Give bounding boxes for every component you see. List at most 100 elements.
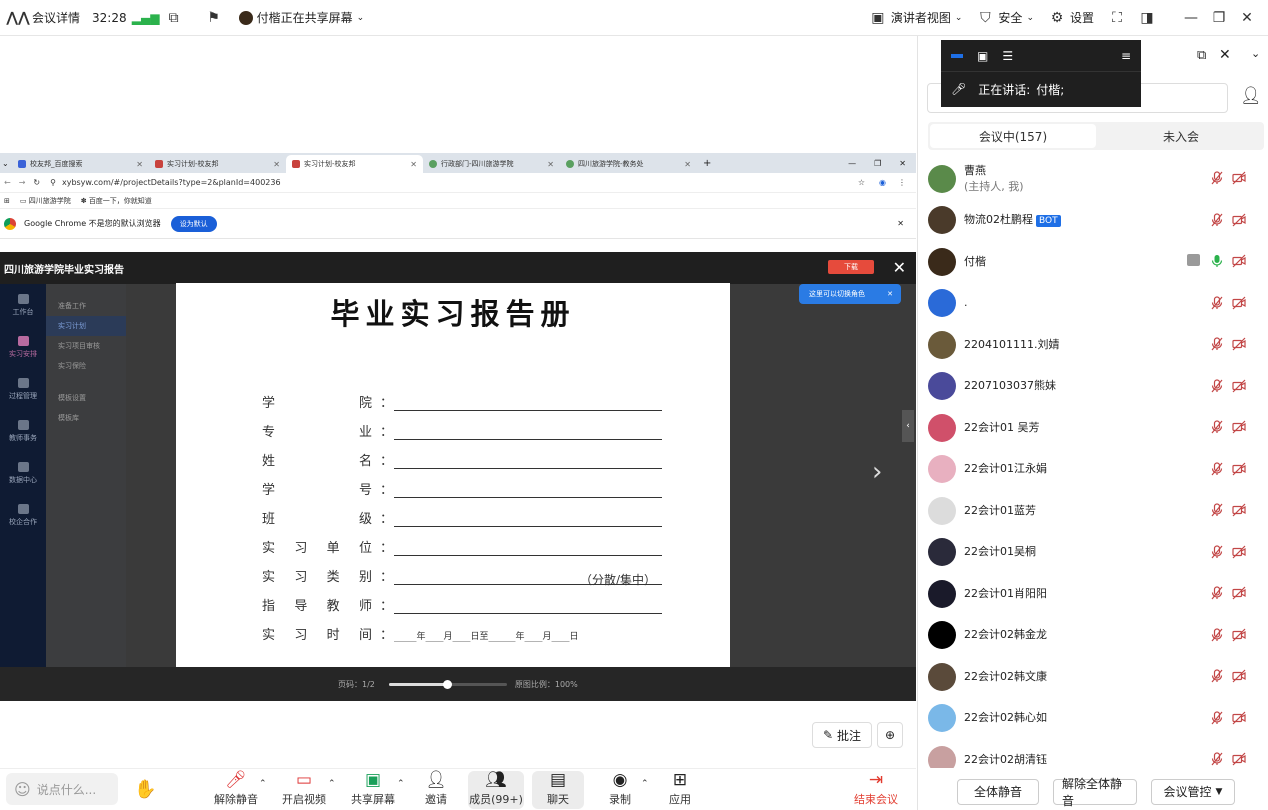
video-off-icon[interactable] — [1232, 628, 1246, 642]
reload-icon[interactable]: ↻ — [33, 178, 40, 187]
quick-chat-input[interactable]: ☺ 说点什么... — [6, 773, 118, 805]
muted-mic-icon[interactable] — [1211, 503, 1223, 517]
download-button[interactable]: 下载 — [828, 260, 874, 274]
muted-mic-icon[interactable] — [1211, 212, 1223, 227]
member-row[interactable]: 22会计02韩心如 — [917, 698, 1268, 740]
nav-item[interactable]: 教师事务 — [0, 410, 46, 452]
tab-not-joined[interactable]: 未入会 — [1098, 122, 1264, 150]
new-tab-icon[interactable]: + — [703, 158, 711, 169]
video-off-icon[interactable] — [1232, 213, 1246, 227]
back-icon[interactable]: ← — [4, 178, 11, 187]
browser-tab-5[interactable]: 四川旅游学院-教务处 ✕ — [560, 155, 697, 173]
bookmark-baidu[interactable]: ✽ 百度一下，你就知道 — [81, 196, 152, 206]
speaker-view-button[interactable]: ▣ 演讲者视图 ⌄ — [869, 9, 962, 27]
close-icon[interactable]: ✕ — [899, 159, 906, 168]
translate-icon[interactable]: ⚑ — [205, 9, 223, 27]
raise-hand-icon[interactable]: ✋ — [134, 779, 156, 800]
meeting-details-button[interactable]: ⋀⋀ 会议详情 — [6, 9, 80, 27]
muted-mic-icon[interactable] — [1211, 586, 1223, 600]
fullscreen-icon[interactable]: ⛶ — [1108, 9, 1126, 27]
muted-mic-icon[interactable] — [1211, 420, 1223, 434]
muted-mic-icon[interactable] — [1211, 752, 1223, 766]
meeting-control-button[interactable]: 会议管控 ▼ — [1151, 778, 1235, 805]
close-icon[interactable]: ✕ — [1219, 47, 1231, 63]
minimize-icon[interactable]: — — [1182, 9, 1200, 27]
member-row[interactable]: 22会计02韩金龙 — [917, 615, 1268, 657]
security-button[interactable]: ⛉ 安全 ⌄ — [976, 9, 1034, 27]
apps-grid-icon[interactable]: ⊞ — [4, 197, 10, 205]
muted-mic-icon[interactable] — [1211, 171, 1223, 185]
chevron-up-icon[interactable]: ⌃ — [641, 779, 649, 789]
annotate-button[interactable]: ✎ 批注 — [812, 722, 872, 748]
profile-icon[interactable]: ◉ — [879, 178, 886, 187]
muted-mic-icon[interactable] — [1211, 710, 1223, 725]
bookmark-star-icon[interactable]: ☆ — [858, 178, 865, 187]
member-row[interactable]: 22会计02韩文康 — [917, 656, 1268, 698]
record-button[interactable]: ◉ 录制 — [606, 770, 634, 809]
restore-icon[interactable]: ❐ — [874, 159, 881, 168]
nav-item[interactable]: 工作台 — [0, 284, 46, 326]
end-meeting-button[interactable]: ⇥ 结束会议 — [852, 770, 900, 809]
share-screen-button[interactable]: ▣ 共享屏幕 — [350, 770, 396, 809]
video-off-icon[interactable] — [1232, 171, 1246, 185]
video-off-icon[interactable] — [1232, 669, 1246, 683]
close-icon[interactable]: ✕ — [1238, 9, 1256, 27]
menu-icon[interactable]: ⋮ — [898, 178, 906, 187]
add-user-icon[interactable]: 👤︎ — [1240, 86, 1262, 106]
member-row[interactable]: 22会计02胡清钰 — [917, 739, 1268, 768]
chevron-up-icon[interactable]: ⌃ — [259, 779, 267, 789]
bookmark-folder[interactable]: ▭ 四川旅游学院 — [20, 196, 71, 206]
member-row[interactable]: 22会计01 吴芳 — [917, 407, 1268, 449]
set-default-button[interactable]: 设为默认 — [170, 215, 217, 232]
nav-item[interactable]: 过程管理 — [0, 368, 46, 410]
zoom-slider[interactable] — [388, 679, 507, 689]
video-off-icon[interactable] — [1232, 254, 1246, 268]
muted-mic-icon[interactable] — [1211, 337, 1223, 351]
video-off-icon[interactable] — [1232, 545, 1246, 559]
browser-tab-3[interactable]: 实习计划-校友邦 ✕ — [286, 155, 423, 173]
nav-item[interactable]: 实习安排 — [0, 326, 46, 368]
minimize-icon[interactable]: — — [848, 159, 856, 168]
member-row[interactable]: 付楷 — [917, 241, 1268, 283]
video-off-icon[interactable] — [1232, 337, 1246, 351]
list-icon[interactable]: ☰ — [1002, 49, 1013, 63]
video-off-icon[interactable] — [1232, 462, 1246, 476]
subnav-item[interactable]: 实习计划 — [46, 316, 126, 336]
close-icon[interactable]: ✕ — [893, 258, 906, 277]
close-icon[interactable]: ✕ — [684, 160, 691, 169]
active-view-icon[interactable] — [951, 53, 963, 58]
chevron-up-icon[interactable]: ⌃ — [328, 779, 336, 789]
tab-in-meeting[interactable]: 会议中(157) — [930, 124, 1096, 148]
chat-button[interactable]: ▤ 聊天 — [532, 770, 584, 809]
member-row[interactable]: 曹燕 (主持人, 我) — [917, 158, 1268, 200]
browser-tab-1[interactable]: 校友邦_百度搜索 ✕ — [12, 155, 149, 173]
popout-icon[interactable]: ⧉ — [1197, 48, 1206, 63]
emoji-icon[interactable]: ☺ — [14, 780, 31, 799]
video-off-icon[interactable] — [1232, 420, 1246, 434]
video-off-icon[interactable] — [1232, 586, 1246, 600]
muted-mic-icon[interactable] — [1211, 627, 1223, 642]
video-off-icon[interactable] — [1232, 296, 1246, 310]
subnav-item[interactable]: 实习项目审核 — [46, 336, 126, 356]
members-button[interactable]: 👥︎ 成员(99+) — [468, 770, 524, 809]
start-video-button[interactable]: ▭ 开启视频 — [282, 770, 326, 809]
unmute-button[interactable]: 🎤︎ 解除静音 — [214, 770, 258, 809]
muted-mic-icon[interactable] — [1211, 378, 1223, 393]
member-row[interactable]: 22会计01蓝芳 — [917, 490, 1268, 532]
browser-tab-4[interactable]: 行政部门-四川旅游学院 ✕ — [423, 155, 560, 173]
sidebar-toggle-icon[interactable]: ◨ — [1138, 9, 1156, 27]
invite-button[interactable]: 👤︎ 邀请 — [420, 770, 452, 809]
close-icon[interactable]: ✕ — [273, 160, 280, 169]
nav-item[interactable]: 校企合作 — [0, 494, 46, 536]
menu-icon[interactable]: ≡ — [1121, 49, 1131, 63]
mic-icon[interactable] — [1211, 254, 1223, 268]
mute-all-button[interactable]: 全体静音 — [957, 778, 1039, 805]
apps-button[interactable]: ⊞ 应用 — [666, 770, 694, 809]
close-icon[interactable]: ✕ — [897, 219, 904, 228]
chevron-up-icon[interactable]: ⌃ — [397, 779, 405, 789]
window-icon[interactable]: ▣ — [977, 49, 988, 63]
video-off-icon[interactable] — [1232, 711, 1246, 725]
subnav-item[interactable]: 实习保险 — [46, 356, 126, 376]
external-link-icon[interactable]: ⧉ — [165, 9, 183, 27]
forward-icon[interactable]: → — [19, 178, 26, 187]
